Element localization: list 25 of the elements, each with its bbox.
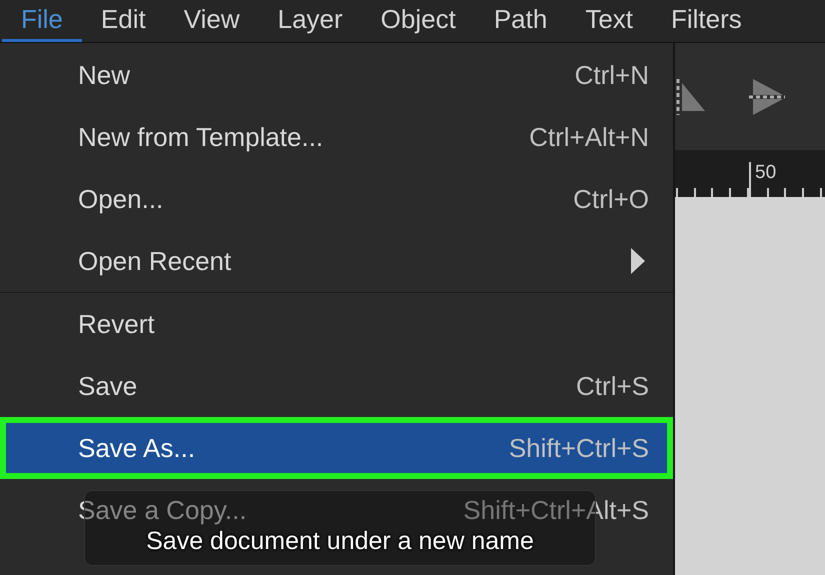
ruler-label: 50: [755, 162, 776, 184]
menu-bar-item[interactable]: Path: [474, 0, 566, 42]
menu-item-label[interactable]: Save: [78, 370, 138, 402]
menu-item-label[interactable]: Open...: [78, 184, 164, 214]
menu-bar-item[interactable]: View: [164, 0, 259, 42]
menu-bar-item[interactable]: Object: [362, 0, 475, 42]
menu-item-label[interactable]: Save a Copy...: [78, 494, 247, 526]
menu-item-label[interactable]: New from Template...: [78, 122, 324, 152]
submenu-arrow-icon: [631, 248, 645, 274]
shortcut-label: Ctrl+N: [574, 60, 649, 90]
menu-item-label[interactable]: New: [78, 60, 130, 90]
shortcut-label: Ctrl+Alt+N: [529, 122, 649, 152]
menu-bar-item[interactable]: Layer: [258, 0, 362, 42]
flip-vertical-icon[interactable]: [749, 76, 785, 116]
shortcut-label: Shift+Ctrl+S: [508, 432, 649, 464]
highlighted-menu-item[interactable]: Save As... Shift+Ctrl+S: [0, 417, 673, 479]
menu-item-label[interactable]: Save As...: [78, 432, 196, 464]
menu-bar-item[interactable]: Filters: [652, 0, 761, 42]
menu-item-label[interactable]: Open Recent: [78, 246, 232, 276]
shortcut-label: Ctrl+O: [573, 184, 649, 214]
shortcut-label: Ctrl+S: [576, 370, 649, 402]
menu-bar-item[interactable]: Text: [566, 0, 652, 42]
menu-bar-item[interactable]: Edit: [82, 0, 165, 42]
menu-item-label[interactable]: Revert: [78, 308, 155, 340]
shortcut-label: Shift+Ctrl+Alt+S: [463, 494, 649, 526]
